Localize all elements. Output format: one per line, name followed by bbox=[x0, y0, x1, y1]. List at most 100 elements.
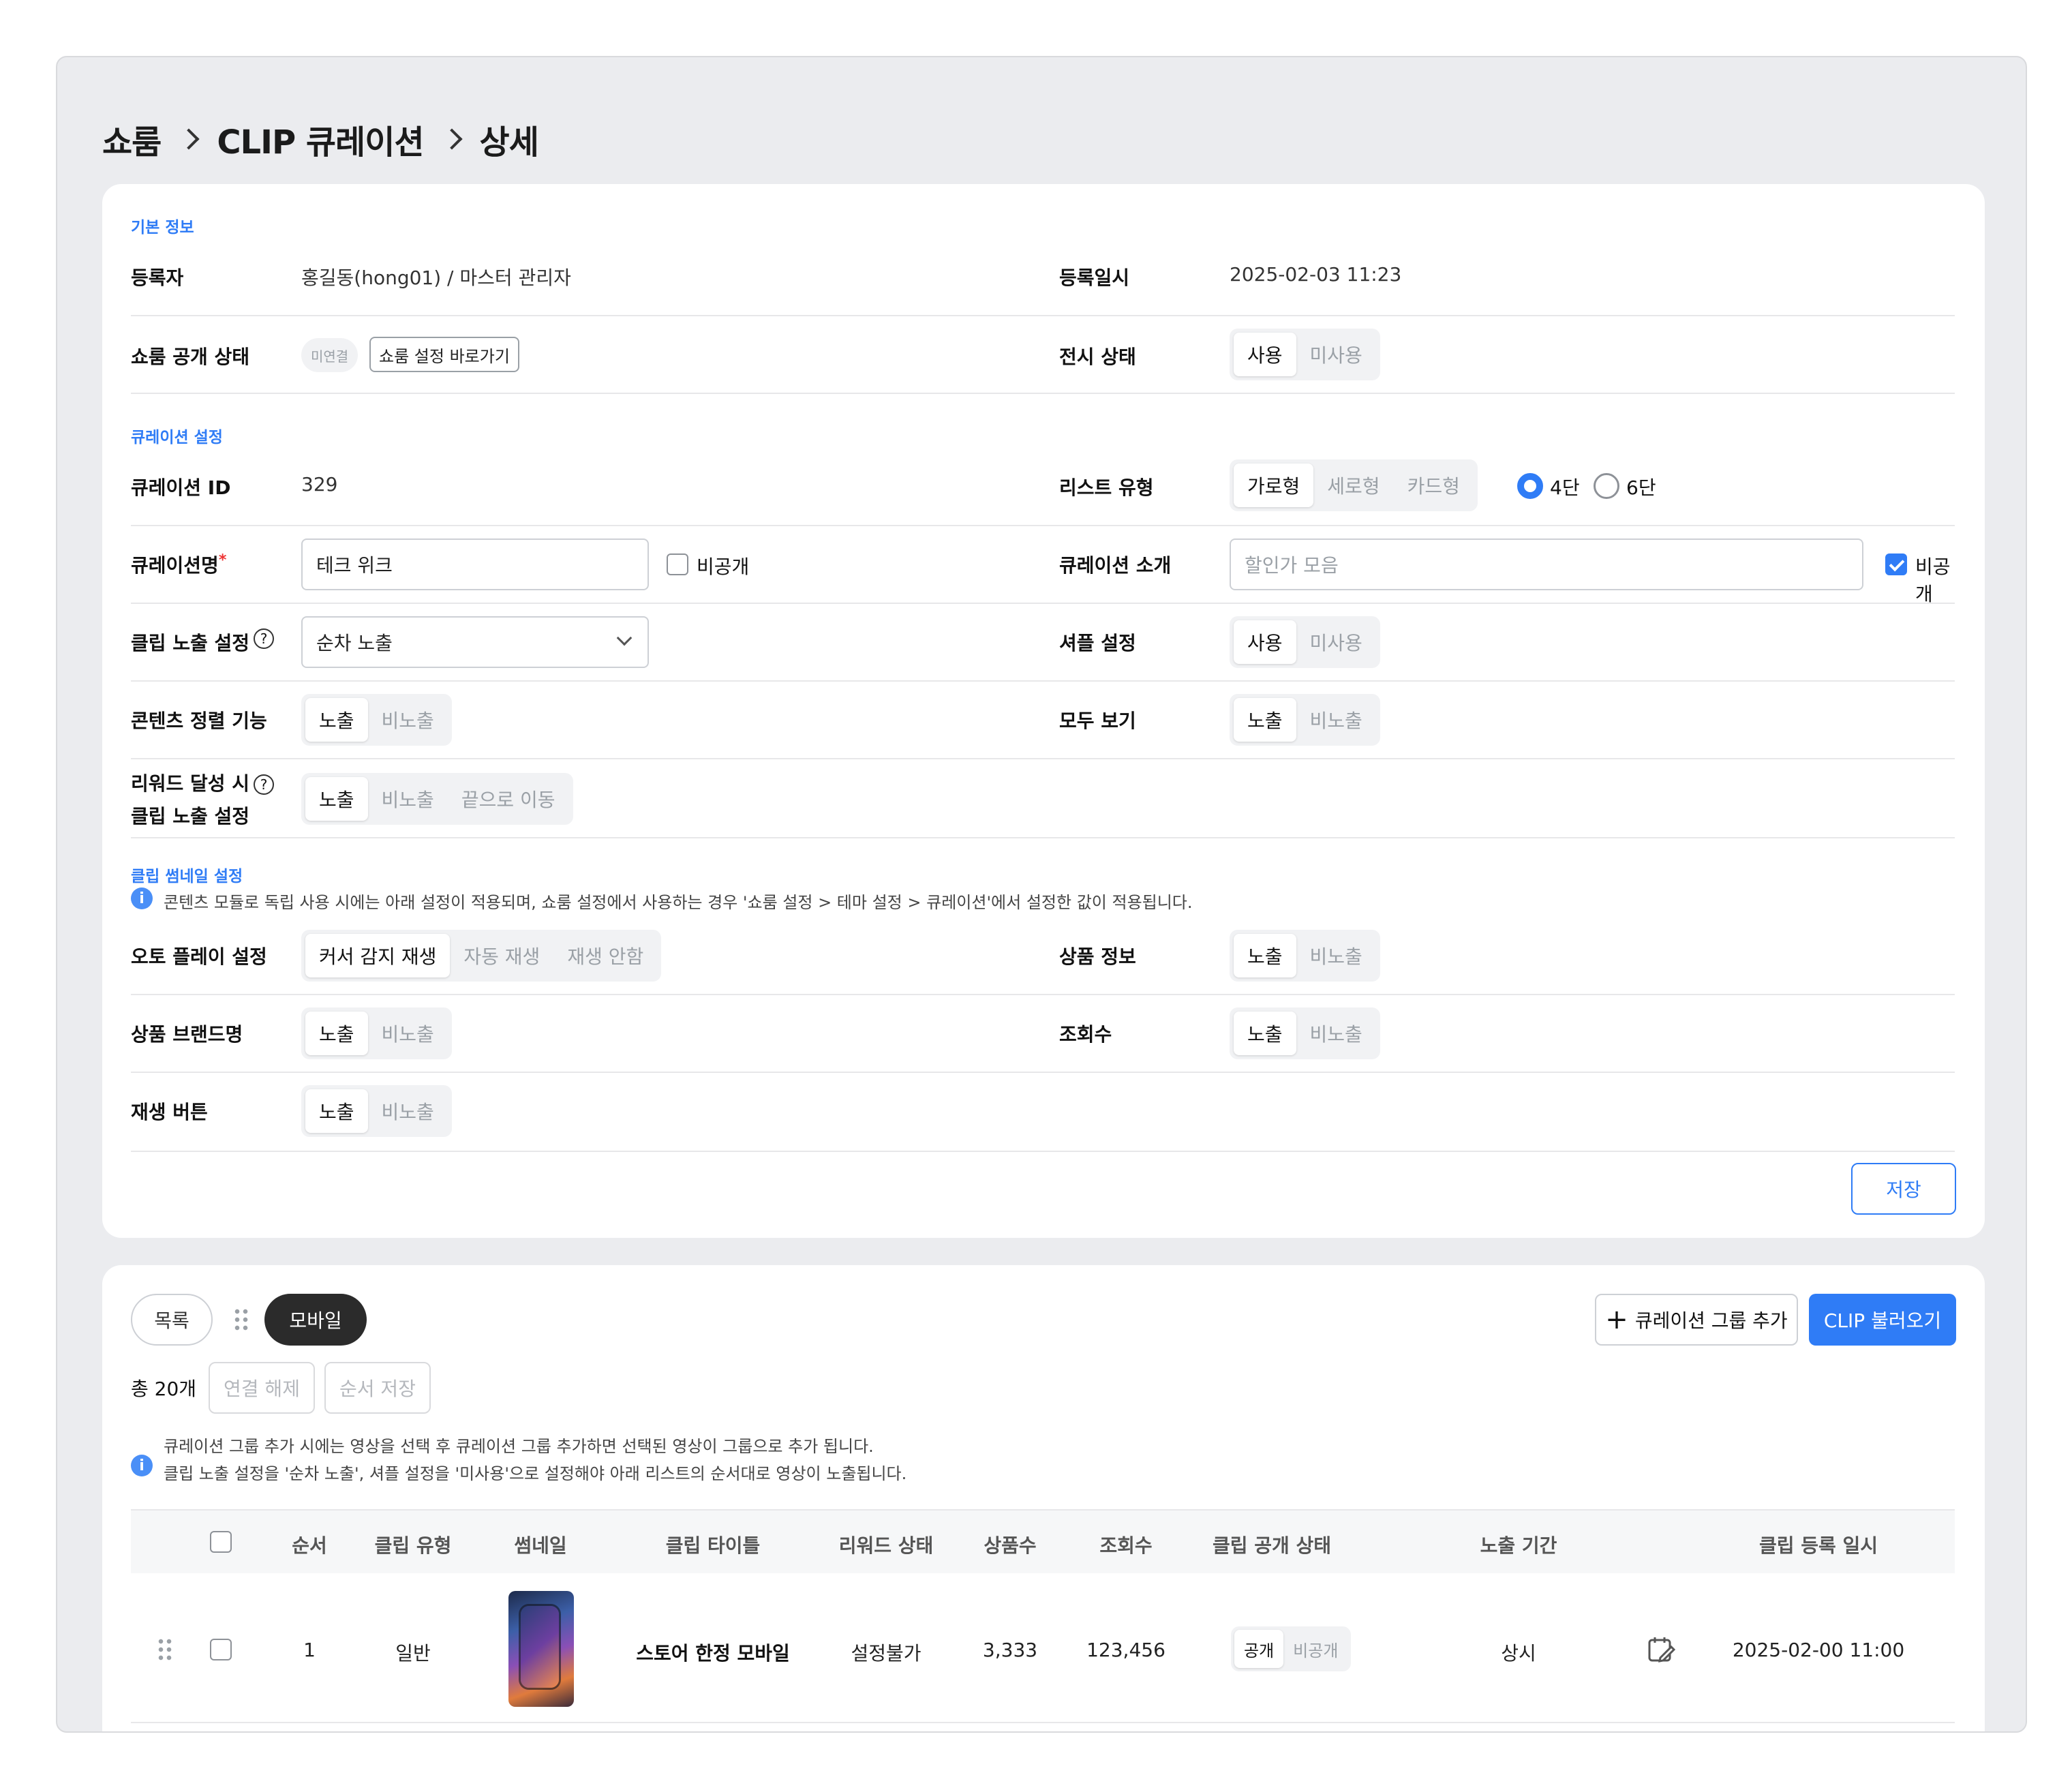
row-clip-type: 일반 bbox=[395, 1642, 431, 1665]
add-group-button[interactable]: + 큐레이션 그룹 추가 bbox=[1595, 1294, 1798, 1346]
row-reward: 리워드 달성 시? 클립 노출 설정 노출 비노출 끝으로 이동 bbox=[131, 759, 1955, 838]
list-type-card[interactable]: 카드형 bbox=[1394, 464, 1474, 507]
name-private-checkbox[interactable] bbox=[667, 553, 688, 575]
breadcrumb-item-showroom[interactable]: 쇼룸 bbox=[102, 115, 162, 163]
breadcrumb-item-detail: 상세 bbox=[479, 123, 539, 162]
views-show[interactable]: 노출 bbox=[1234, 1012, 1296, 1055]
viewall-hide[interactable]: 비노출 bbox=[1296, 698, 1376, 742]
registrant-value: 홍길동(hong01) / 마스터 관리자 bbox=[301, 267, 571, 289]
showroom-settings-link[interactable]: 쇼룸 설정 바로가기 bbox=[369, 337, 519, 372]
list-type-vertical[interactable]: 세로형 bbox=[1313, 464, 1393, 507]
clip-thumbnail-image[interactable] bbox=[508, 1591, 574, 1707]
drag-handle-icon[interactable] bbox=[157, 1637, 173, 1662]
row-checkbox[interactable] bbox=[210, 1639, 232, 1660]
save-order-button[interactable]: 순서 저장 bbox=[324, 1362, 431, 1414]
autoplay-none[interactable]: 재생 안함 bbox=[553, 934, 657, 977]
add-group-button-label: 큐레이션 그룹 추가 bbox=[1634, 1309, 1788, 1332]
help-icon[interactable]: ? bbox=[254, 774, 275, 795]
play-button-hide[interactable]: 비노출 bbox=[368, 1089, 448, 1133]
autoplay-label: 오토 플레이 설정 bbox=[131, 945, 267, 968]
help-icon[interactable]: ? bbox=[254, 628, 275, 649]
radio-6col-label: 6단 bbox=[1626, 476, 1656, 499]
autoplay-hover[interactable]: 커서 감지 재생 bbox=[305, 934, 451, 977]
viewall-show[interactable]: 노출 bbox=[1234, 698, 1296, 742]
row-sort: 콘텐츠 정렬 기능 노출 비노출 모두 보기 노출 비노출 bbox=[131, 682, 1955, 759]
shuffle-unused[interactable]: 미사용 bbox=[1296, 620, 1376, 664]
list-type-horizontal[interactable]: 가로형 bbox=[1234, 464, 1314, 507]
settings-card: 기본 정보 등록자 홍길동(hong01) / 마스터 관리자 등록일시 202… bbox=[102, 184, 1985, 1238]
sort-toggle: 노출 비노출 bbox=[301, 694, 452, 746]
col-views: 조회수 bbox=[1099, 1534, 1153, 1557]
display-status-toggle: 사용 미사용 bbox=[1230, 329, 1380, 380]
list-type-label: 리스트 유형 bbox=[1059, 476, 1154, 499]
col-thumbnail: 썸네일 bbox=[514, 1534, 567, 1557]
display-status-unused[interactable]: 미사용 bbox=[1296, 333, 1376, 376]
clip-exposure-label: 클립 노출 설정? bbox=[131, 628, 275, 656]
section-title-thumbnail: 클립 썸네일 설정 bbox=[131, 868, 243, 885]
curation-intro-label: 큐레이션 소개 bbox=[1059, 554, 1172, 577]
clip-exposure-select[interactable]: 순차 노출 bbox=[301, 616, 649, 668]
status-badge: 미연결 bbox=[301, 338, 359, 372]
row-curation-name: 큐레이션명* 테크 위크 비공개 큐레이션 소개 할인가 모음 비공개 bbox=[131, 526, 1955, 605]
radio-6col[interactable] bbox=[1594, 473, 1619, 499]
brand-toggle: 노출 비노출 bbox=[301, 1007, 452, 1059]
select-all-checkbox[interactable] bbox=[210, 1531, 232, 1553]
brand-hide[interactable]: 비노출 bbox=[368, 1012, 448, 1055]
intro-private-checkbox[interactable] bbox=[1885, 553, 1907, 575]
col-reward-status: 리워드 상태 bbox=[838, 1534, 934, 1557]
reward-move-end[interactable]: 끝으로 이동 bbox=[448, 777, 569, 821]
row-public-off[interactable]: 비공개 bbox=[1283, 1630, 1347, 1668]
edit-calendar-icon[interactable] bbox=[1647, 1635, 1677, 1665]
product-info-toggle: 노출 비노출 bbox=[1230, 930, 1380, 982]
display-status-use[interactable]: 사용 bbox=[1234, 333, 1296, 376]
brand-show[interactable]: 노출 bbox=[305, 1012, 368, 1055]
list-type-toggle: 가로형 세로형 카드형 bbox=[1230, 459, 1478, 511]
product-info-hide[interactable]: 비노출 bbox=[1296, 934, 1376, 977]
row-showroom-status: 쇼룸 공개 상태 미연결 쇼룸 설정 바로가기 전시 상태 사용 미사용 bbox=[131, 316, 1955, 394]
shuffle-use[interactable]: 사용 bbox=[1234, 620, 1296, 664]
radio-4col[interactable] bbox=[1517, 473, 1543, 499]
tab-mobile[interactable]: 모바일 bbox=[264, 1294, 367, 1346]
display-status-label: 전시 상태 bbox=[1059, 346, 1136, 368]
section-title-basic: 기본 정보 bbox=[131, 219, 194, 237]
col-registered-at: 클립 등록 일시 bbox=[1758, 1534, 1878, 1557]
drag-handle-icon[interactable] bbox=[233, 1307, 249, 1332]
curation-name-input[interactable]: 테크 위크 bbox=[301, 538, 649, 590]
reward-show[interactable]: 노출 bbox=[305, 777, 368, 821]
play-button-label: 재생 버튼 bbox=[131, 1101, 208, 1123]
sort-hide[interactable]: 비노출 bbox=[368, 698, 448, 742]
play-button-show[interactable]: 노출 bbox=[305, 1089, 368, 1133]
product-info-show[interactable]: 노출 bbox=[1234, 934, 1296, 977]
table-row[interactable]: 1 일반 스토어 한정 모바일 설정불가 3,333 123,456 공개 비공… bbox=[131, 1573, 1955, 1723]
row-public-toggle: 공개 비공개 bbox=[1231, 1626, 1352, 1671]
autoplay-auto[interactable]: 자동 재생 bbox=[450, 934, 553, 977]
tab-list[interactable]: 목록 bbox=[131, 1294, 213, 1346]
reward-toggle: 노출 비노출 끝으로 이동 bbox=[301, 773, 573, 825]
load-clip-button[interactable]: CLIP 불러오기 bbox=[1809, 1294, 1956, 1346]
views-toggle: 노출 비노출 bbox=[1230, 1007, 1380, 1059]
name-private-label: 비공개 bbox=[697, 556, 750, 578]
plus-icon: + bbox=[1605, 1304, 1628, 1335]
row-public-on[interactable]: 공개 bbox=[1234, 1630, 1284, 1668]
breadcrumb-item-clip-curation[interactable]: CLIP 큐레이션 bbox=[217, 115, 424, 163]
row-clip-exposure: 클립 노출 설정? 순차 노출 셔플 설정 사용 미사용 bbox=[131, 604, 1955, 682]
reward-label-line1: 리워드 달성 시 bbox=[131, 772, 250, 795]
viewall-toggle: 노출 비노출 bbox=[1230, 694, 1380, 746]
autoplay-toggle: 커서 감지 재생 자동 재생 재생 안함 bbox=[301, 930, 662, 982]
viewall-label: 모두 보기 bbox=[1059, 710, 1136, 732]
unlink-button[interactable]: 연결 해제 bbox=[209, 1362, 315, 1414]
sort-show[interactable]: 노출 bbox=[305, 698, 368, 742]
reward-hide[interactable]: 비노출 bbox=[368, 777, 448, 821]
brand-label: 상품 브랜드명 bbox=[131, 1023, 243, 1046]
curation-name-label-text: 큐레이션명 bbox=[131, 554, 219, 577]
views-hide[interactable]: 비노출 bbox=[1296, 1012, 1376, 1055]
clip-exposure-label-text: 클립 노출 설정 bbox=[131, 632, 250, 654]
row-autoplay: 오토 플레이 설정 커서 감지 재생 자동 재생 재생 안함 상품 정보 노출 … bbox=[131, 917, 1955, 995]
col-clip-type: 클립 유형 bbox=[374, 1534, 452, 1557]
showroom-status-label: 쇼룸 공개 상태 bbox=[131, 346, 250, 368]
row-curation-id: 큐레이션 ID 329 리스트 유형 가로형 세로형 카드형 4단 6단 bbox=[131, 449, 1955, 526]
row-clip-title[interactable]: 스토어 한정 모바일 bbox=[636, 1639, 790, 1666]
save-button[interactable]: 저장 bbox=[1851, 1163, 1956, 1215]
thumbnail-info-text: 콘텐츠 모듈로 독립 사용 시에는 아래 설정이 적용되며, 쇼룸 설정에서 사… bbox=[164, 893, 1193, 912]
curation-intro-input[interactable]: 할인가 모음 bbox=[1230, 538, 1863, 590]
